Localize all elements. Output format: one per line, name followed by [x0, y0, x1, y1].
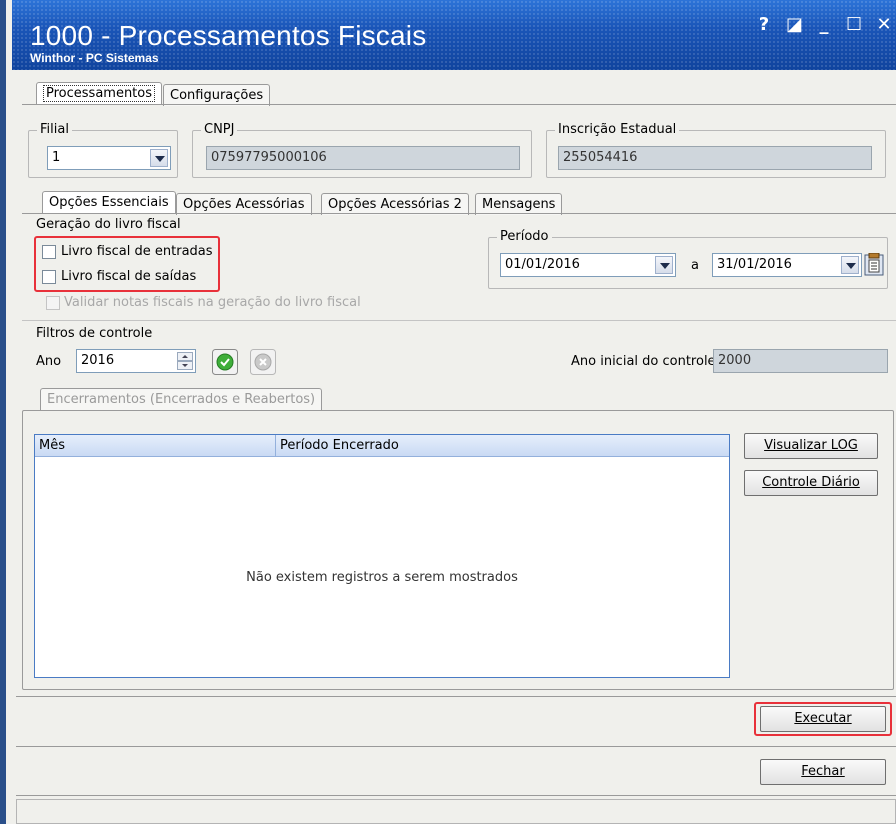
- window-title: 1000 - Processamentos Fiscais: [30, 20, 427, 51]
- filial-select[interactable]: 1: [47, 146, 171, 170]
- maximize-icon[interactable]: ☐: [846, 14, 862, 35]
- inscricao-value: 255054416: [563, 150, 638, 165]
- calendar-icon[interactable]: [864, 253, 884, 277]
- subtab-divider: [22, 213, 896, 214]
- executar-label: Executar: [794, 711, 852, 726]
- periodo-from-value: 01/01/2016: [505, 257, 580, 272]
- grid-header: Mês Período Encerrado: [35, 435, 729, 457]
- ano-inicial-label: Ano inicial do controle: [571, 354, 716, 369]
- tab-opcoes-acessorias[interactable]: Opções Acessórias: [176, 193, 312, 215]
- empty-message: Não existem registros a serem mostrados: [246, 570, 518, 585]
- close-icon[interactable]: ✕: [876, 14, 892, 35]
- help-icon[interactable]: ?: [756, 14, 772, 35]
- chevron-down-icon[interactable]: [150, 149, 168, 167]
- periodo-legend: Período: [497, 229, 552, 245]
- filtros-legend: Filtros de controle: [36, 326, 153, 341]
- actions-divider-2: [16, 746, 896, 747]
- title-bar[interactable]: 1000 - Processamentos Fiscais Winthor - …: [12, 0, 896, 70]
- column-mes[interactable]: Mês: [39, 438, 65, 453]
- tab-opcoes-acessorias-label: Opções Acessórias: [183, 197, 305, 212]
- checkbox-entradas[interactable]: [42, 245, 56, 259]
- tab-opcoes-essenciais-label: Opções Essenciais: [49, 195, 169, 210]
- tab-encerramentos[interactable]: Encerramentos (Encerrados e Reabertos): [40, 388, 323, 410]
- periodo-to-value: 31/01/2016: [717, 257, 792, 272]
- encerramentos-grid[interactable]: Mês Período Encerrado Não existem regist…: [34, 434, 730, 678]
- ano-spinner[interactable]: 2016: [76, 349, 196, 373]
- periodo-to-field[interactable]: 31/01/2016: [712, 253, 862, 277]
- tab-divider: [22, 104, 896, 105]
- restore-icon[interactable]: ◪: [786, 14, 803, 35]
- filtros-divider: [22, 320, 896, 321]
- app-window: 1000 - Processamentos Fiscais Winthor - …: [0, 0, 896, 824]
- ano-inicial-value: 2000: [718, 353, 752, 368]
- inscricao-field: 255054416: [558, 146, 872, 170]
- tab-configuracoes-label: Configurações: [170, 88, 264, 103]
- filial-legend: Filial: [37, 122, 72, 138]
- cnpj-field: 07597795000106: [206, 146, 520, 170]
- tab-processamentos[interactable]: Processamentos: [36, 82, 163, 104]
- cnpj-legend: CNPJ: [201, 122, 238, 138]
- status-divider: [16, 795, 896, 796]
- label-validar: Validar notas fiscais na geração do livr…: [64, 295, 361, 310]
- ano-inicial-field: 2000: [713, 349, 888, 373]
- tab-opcoes-essenciais[interactable]: Opções Essenciais: [42, 191, 176, 213]
- tab-configuracoes[interactable]: Configurações: [163, 84, 271, 106]
- checkbox-validar[interactable]: [46, 296, 60, 310]
- tab-encerramentos-label: Encerramentos (Encerrados e Reabertos): [47, 392, 316, 407]
- cnpj-value: 07597795000106: [211, 150, 327, 165]
- periodo-from-field[interactable]: 01/01/2016: [500, 253, 676, 277]
- tab-opcoes-acessorias-2[interactable]: Opções Acessórias 2: [321, 193, 469, 215]
- periodo-separator: a: [691, 258, 699, 273]
- fechar-label: Fechar: [801, 764, 845, 779]
- spinner-arrows-icon[interactable]: [177, 352, 193, 370]
- geracao-legend: Geração do livro fiscal: [36, 217, 181, 232]
- visualizar-log-label: Visualizar LOG: [764, 438, 858, 453]
- tab-processamentos-label: Processamentos: [43, 85, 156, 102]
- actions-divider-1: [16, 696, 896, 697]
- controle-diario-button[interactable]: Controle Diário: [744, 470, 878, 496]
- chevron-down-icon[interactable]: [841, 256, 859, 274]
- tab-mensagens-label: Mensagens: [482, 197, 556, 212]
- ano-label: Ano: [36, 354, 62, 369]
- chevron-down-icon[interactable]: [655, 256, 673, 274]
- fechar-button[interactable]: Fechar: [760, 759, 886, 785]
- window-controls: ? ◪ _ ☐ ✕: [756, 14, 892, 35]
- checkbox-saidas[interactable]: [42, 270, 56, 284]
- tab-opcoes-acessorias-2-label: Opções Acessórias 2: [328, 197, 462, 212]
- executar-button[interactable]: Executar: [760, 706, 886, 732]
- column-periodo-encerrado[interactable]: Período Encerrado: [280, 438, 399, 453]
- tab-mensagens[interactable]: Mensagens: [475, 193, 563, 215]
- cancel-icon[interactable]: [250, 349, 276, 375]
- column-separator: [275, 435, 276, 457]
- controle-diario-label: Controle Diário: [762, 475, 860, 490]
- window-subtitle: Winthor - PC Sistemas: [30, 51, 159, 65]
- label-saidas: Livro fiscal de saídas: [61, 269, 197, 284]
- status-bar: [16, 799, 896, 824]
- confirm-icon[interactable]: [212, 349, 238, 375]
- filial-value: 1: [52, 150, 61, 165]
- visualizar-log-button[interactable]: Visualizar LOG: [744, 433, 878, 459]
- inscricao-legend: Inscrição Estadual: [555, 122, 680, 138]
- minimize-icon[interactable]: _: [816, 14, 832, 35]
- label-entradas: Livro fiscal de entradas: [61, 244, 213, 259]
- ano-value: 2016: [81, 353, 115, 368]
